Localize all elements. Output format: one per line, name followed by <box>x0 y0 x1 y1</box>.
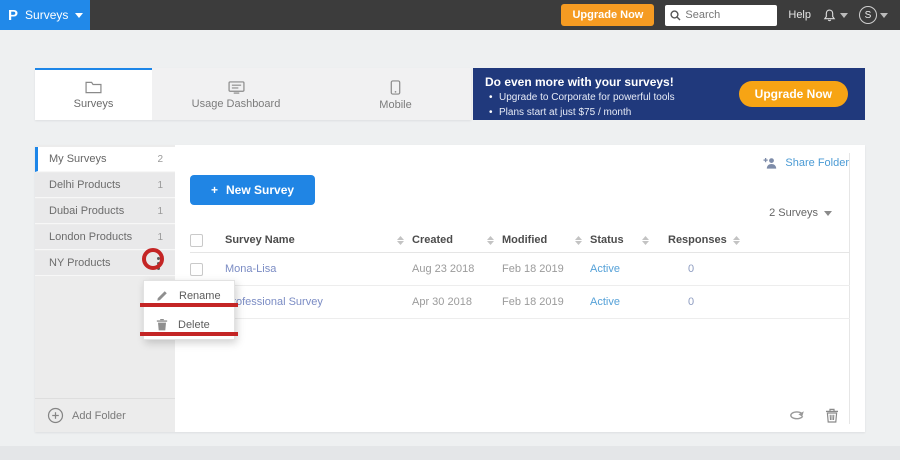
sidebar-item-dubai-products[interactable]: Dubai Products 1 <box>35 199 175 224</box>
tab-usage-dashboard[interactable]: Usage Dashboard <box>152 68 320 120</box>
menu-item-label: Delete <box>178 318 210 331</box>
section-tabs: Surveys Usage Dashboard Mobile <box>35 68 471 120</box>
search-icon <box>670 9 681 20</box>
mobile-icon <box>390 79 401 95</box>
folder-actions <box>789 408 839 423</box>
sort-icon[interactable] <box>487 235 494 245</box>
plus-icon: + <box>211 183 219 197</box>
sidebar-item-my-surveys[interactable]: My Surveys 2 <box>35 147 175 172</box>
account-menu[interactable]: S <box>859 6 888 24</box>
table-row: Professional Survey Apr 30 2018 Feb 18 2… <box>190 286 850 319</box>
restore-icon[interactable] <box>789 410 805 422</box>
new-survey-label: New Survey <box>226 183 295 197</box>
column-header-survey-name: Survey Name <box>225 234 295 246</box>
new-survey-button[interactable]: + New Survey <box>190 175 316 205</box>
help-link[interactable]: Help <box>788 9 811 21</box>
folder-count: 1 <box>157 205 163 217</box>
sort-icon[interactable] <box>397 235 404 245</box>
chevron-down-icon <box>840 12 848 18</box>
folder-icon <box>85 81 102 93</box>
folder-label: NY Products <box>49 257 111 269</box>
share-folder-label: Share Folder <box>785 157 849 169</box>
tab-surveys[interactable]: Surveys <box>35 68 152 120</box>
chevron-down-icon <box>75 12 84 18</box>
share-folder-button[interactable]: Share Folder <box>763 157 849 169</box>
folder-count: 2 <box>157 153 163 165</box>
pencil-icon <box>157 291 167 301</box>
trash-icon[interactable] <box>825 408 839 423</box>
status-badge: Active <box>590 296 620 308</box>
surveys-table: Survey Name Created Modified Status Resp… <box>190 228 850 319</box>
chevron-down-icon <box>824 210 832 216</box>
context-menu-rename[interactable]: Rename <box>144 281 234 310</box>
responses-count: 0 <box>688 296 695 308</box>
select-all-checkbox[interactable] <box>190 233 203 247</box>
dashboard-icon <box>227 80 245 94</box>
search-box[interactable] <box>665 4 778 26</box>
menu-item-label: Rename <box>179 289 221 302</box>
folder-label: My Surveys <box>49 153 107 165</box>
folder-label: Delhi Products <box>49 179 121 191</box>
created-date: Aug 23 2018 <box>412 263 475 275</box>
sidebar-item-delhi-products[interactable]: Delhi Products 1 <box>35 173 175 198</box>
row-checkbox[interactable] <box>190 262 203 276</box>
column-header-modified: Modified <box>502 234 548 246</box>
status-badge: Active <box>590 263 620 275</box>
folder-count: 1 <box>157 231 163 243</box>
column-header-created: Created <box>412 234 453 246</box>
brand-logo: P <box>8 6 19 24</box>
survey-name-link[interactable]: Professional Survey <box>225 296 323 308</box>
add-folder-label: Add Folder <box>72 409 126 422</box>
sort-icon[interactable] <box>575 235 582 245</box>
bell-icon <box>823 8 836 21</box>
survey-name-link[interactable]: Mona-Lisa <box>225 263 276 275</box>
tab-label: Mobile <box>379 98 412 111</box>
notifications-menu[interactable] <box>822 8 848 23</box>
banner-upgrade-button[interactable]: Upgrade Now <box>738 81 848 107</box>
table-header-row: Survey Name Created Modified Status Resp… <box>190 228 850 253</box>
modified-date: Feb 18 2019 <box>502 296 564 308</box>
upgrade-now-button[interactable]: Upgrade Now <box>561 4 655 26</box>
plus-circle-icon <box>47 407 64 424</box>
tab-label: Surveys <box>73 97 114 110</box>
search-input[interactable] <box>685 9 766 21</box>
context-menu-delete[interactable]: Delete <box>144 310 234 339</box>
column-header-responses: Responses <box>668 234 727 246</box>
responses-count: 0 <box>688 263 695 275</box>
sidebar-item-ny-products[interactable]: NY Products <box>35 251 175 276</box>
avatar: S <box>859 6 877 24</box>
surveys-count-label: 2 Surveys <box>769 207 818 219</box>
tab-label: Usage Dashboard <box>191 97 281 110</box>
tab-mobile[interactable]: Mobile <box>320 68 471 120</box>
created-date: Apr 30 2018 <box>412 296 472 308</box>
top-bar: P Surveys Upgrade Now Help S <box>0 0 900 30</box>
app-switcher[interactable]: P Surveys <box>0 0 90 30</box>
folder-options-icon[interactable] <box>154 255 163 272</box>
add-folder-button[interactable]: Add Folder <box>35 398 175 432</box>
share-person-icon <box>763 158 777 169</box>
trash-icon <box>156 319 168 331</box>
footer <box>0 446 900 460</box>
column-header-status: Status <box>590 234 624 246</box>
app-menu-label: Surveys <box>25 8 69 22</box>
sort-icon[interactable] <box>641 235 649 245</box>
table-row: Mona-Lisa Aug 23 2018 Feb 18 2019 Active… <box>190 253 850 286</box>
promo-banner: Do even more with your surveys! Upgrade … <box>473 68 865 120</box>
chevron-down-icon <box>880 12 888 18</box>
sort-icon[interactable] <box>732 235 740 245</box>
surveys-count-dropdown[interactable]: 2 Surveys <box>769 207 832 219</box>
folder-label: London Products <box>49 231 133 243</box>
modified-date: Feb 18 2019 <box>502 263 564 275</box>
sidebar-item-london-products[interactable]: London Products 1 <box>35 225 175 250</box>
folder-context-menu: Rename Delete <box>143 280 235 340</box>
folder-count: 1 <box>157 179 163 191</box>
banner-bullet: Plans start at just $75 / month <box>485 106 853 121</box>
folder-label: Dubai Products <box>49 205 125 217</box>
